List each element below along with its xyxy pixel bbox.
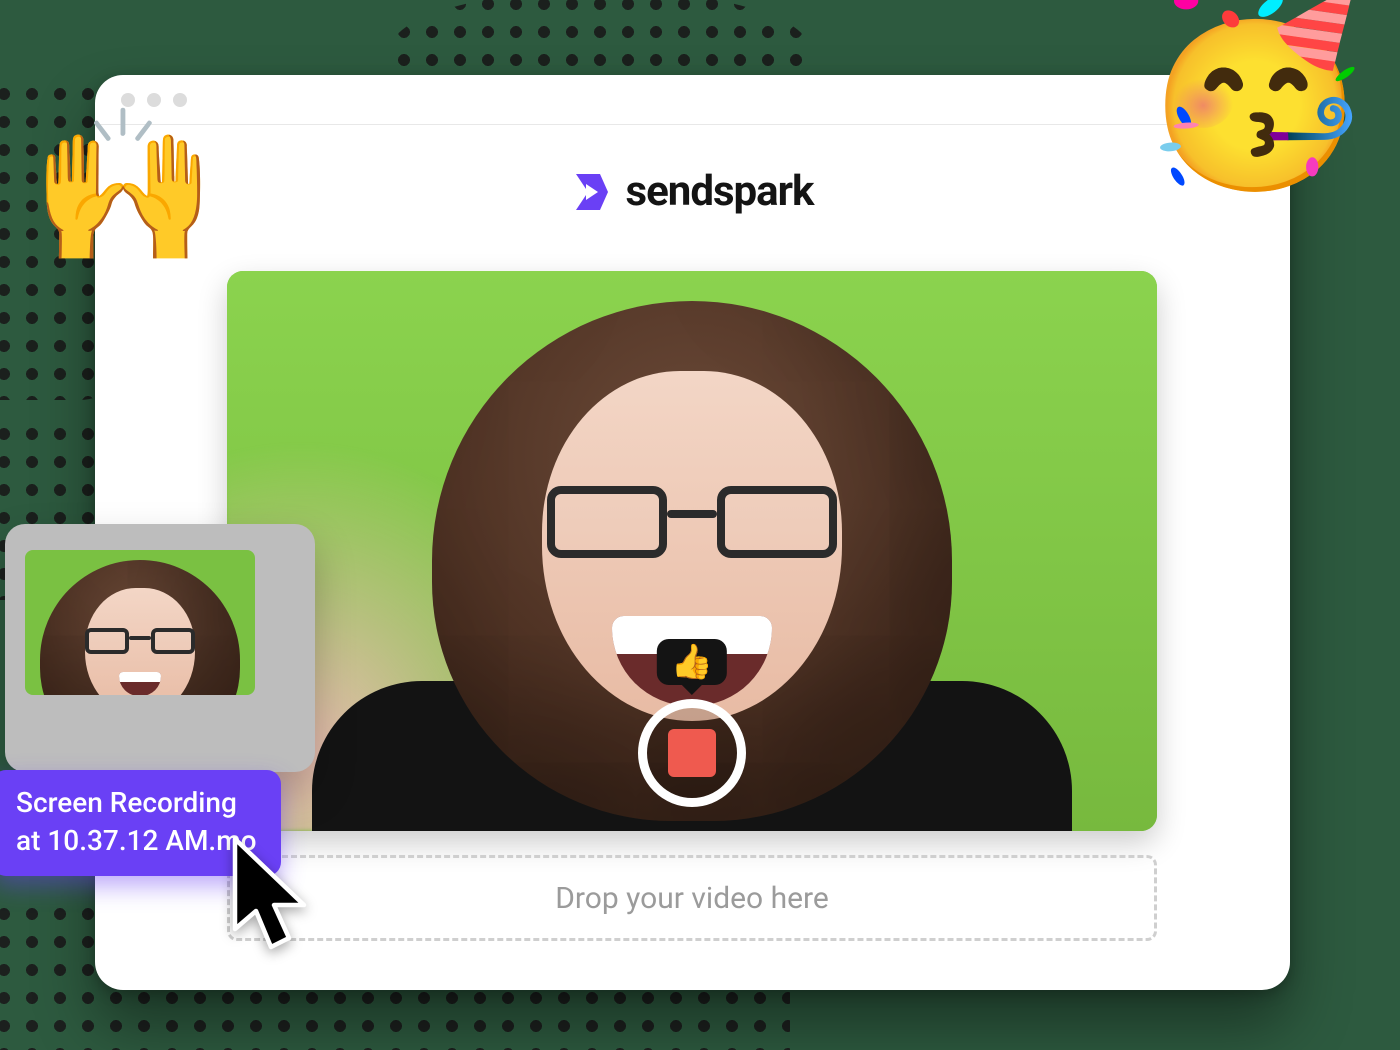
party-face-emoji-icon: 🥳	[1137, 0, 1374, 182]
reaction-tooltip: 👍	[657, 639, 727, 685]
thumbs-up-icon: 👍	[671, 642, 713, 682]
video-preview: 👍	[227, 271, 1157, 831]
file-name-line1: Screen Recording	[16, 786, 237, 819]
video-dropzone[interactable]: Drop your video here	[227, 855, 1157, 941]
brand-name: sendspark	[626, 167, 814, 216]
file-thumbnail	[25, 550, 255, 695]
dragged-file-card[interactable]	[5, 524, 315, 772]
cursor-pointer-icon	[224, 836, 324, 956]
stop-recording-button[interactable]	[638, 699, 746, 807]
file-name-line2: at 10.37.12 AM.mo	[16, 824, 257, 857]
brand: sendspark	[95, 167, 1290, 216]
dropzone-label: Drop your video here	[555, 881, 829, 916]
raising-hands-emoji-icon: 🙌	[30, 112, 217, 262]
sendspark-logo-icon	[572, 172, 612, 212]
stop-icon	[668, 729, 716, 777]
titlebar	[95, 75, 1290, 125]
